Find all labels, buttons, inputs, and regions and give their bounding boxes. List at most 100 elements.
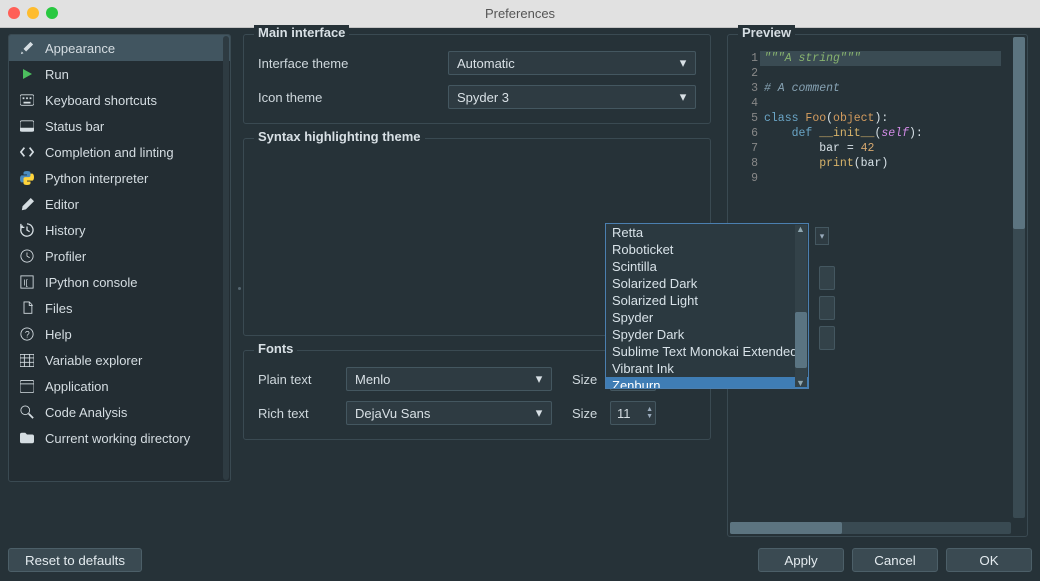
sidebar-item-label: Keyboard shortcuts	[45, 93, 157, 108]
sidebar-item-label: Appearance	[45, 41, 115, 56]
sidebar-item-editor[interactable]: Editor	[9, 191, 230, 217]
line-number: 9	[738, 171, 758, 186]
syntax-theme-dropdown-button[interactable]: ▾	[815, 227, 829, 245]
fonts-legend: Fonts	[254, 341, 297, 356]
sidebar-item-files[interactable]: Files	[9, 295, 230, 321]
code-line: print(bar)	[764, 156, 1023, 171]
plain-text-label: Plain text	[258, 372, 346, 387]
reset-defaults-button[interactable]: Reset to defaults	[8, 548, 142, 572]
sidebar-item-ipython-console[interactable]: I[ IPython console	[9, 269, 230, 295]
code-line: bar = 42	[764, 141, 1023, 156]
sidebar-item-label: Completion and linting	[45, 145, 174, 160]
chevron-down-icon: ▾	[675, 89, 691, 105]
dropdown-scroll-up-icon[interactable]: ▲	[796, 224, 806, 234]
ok-button[interactable]: OK	[946, 548, 1032, 572]
window-controls	[8, 7, 58, 19]
line-number: 1	[738, 51, 758, 66]
rich-text-font-select[interactable]: DejaVu Sans ▾	[346, 401, 552, 425]
syntax-theme-dropdown[interactable]: RettaRoboticketScintillaSolarized DarkSo…	[605, 223, 809, 389]
files-icon	[19, 300, 35, 316]
rich-text-size-spinner[interactable]: 11 ▲▼	[610, 401, 656, 425]
dropdown-option[interactable]: Spyder Dark	[606, 326, 808, 343]
preview-legend: Preview	[738, 25, 795, 40]
sidebar-item-help[interactable]: ?Help	[9, 321, 230, 347]
line-number: 2	[738, 66, 758, 81]
dropdown-option[interactable]: Vibrant Ink	[606, 360, 808, 377]
sidebar-item-variable-explorer[interactable]: Variable explorer	[9, 347, 230, 373]
interface-theme-select[interactable]: Automatic ▾	[448, 51, 696, 75]
code-line: def __init__(self):	[764, 126, 1023, 141]
code-preview: 123456789 """A string""" # A comment cla…	[738, 51, 1023, 186]
spin-up-icon[interactable]: ▲	[646, 406, 653, 413]
icon-theme-select[interactable]: Spyder 3 ▾	[448, 85, 696, 109]
dropdown-scrollbar-thumb[interactable]	[795, 312, 807, 368]
apply-button[interactable]: Apply	[758, 548, 844, 572]
main-interface-group: Main interface Interface theme Automatic…	[243, 34, 711, 124]
window-title: Preferences	[485, 6, 555, 21]
editor-vertical-scrollbar[interactable]	[1013, 37, 1025, 518]
sidebar-item-status-bar[interactable]: Status bar	[9, 113, 230, 139]
dropdown-scroll-down-icon[interactable]: ▼	[796, 378, 806, 388]
sidebar-item-label: Profiler	[45, 249, 86, 264]
sidebar-item-label: Files	[45, 301, 72, 316]
history-icon	[19, 222, 35, 238]
editor-horizontal-scrollbar[interactable]	[730, 522, 1011, 534]
plain-text-font-value: Menlo	[355, 372, 390, 387]
sidebar-item-label: Current working directory	[45, 431, 190, 446]
sidebar-item-history[interactable]: History	[9, 217, 230, 243]
sidebar-item-label: Application	[45, 379, 109, 394]
dropdown-option[interactable]: Retta	[606, 224, 808, 241]
spin-down-icon[interactable]: ▼	[646, 413, 653, 420]
sidebar-item-current-working-directory[interactable]: Current working directory	[9, 425, 230, 451]
dropdown-option[interactable]: Solarized Light	[606, 292, 808, 309]
code-line	[764, 171, 1023, 186]
sidebar-item-label: Variable explorer	[45, 353, 142, 368]
python-icon	[19, 170, 35, 186]
ipython-icon: I[	[19, 274, 35, 290]
dropdown-option[interactable]: Sublime Text Monokai Extended	[606, 343, 808, 360]
sidebar-item-keyboard-shortcuts[interactable]: Keyboard shortcuts	[9, 87, 230, 113]
folder-icon	[19, 430, 35, 446]
brush-icon	[19, 40, 35, 56]
sidebar-item-python-interpreter[interactable]: Python interpreter	[9, 165, 230, 191]
dropdown-option[interactable]: Zenburn	[606, 377, 808, 388]
clock-icon	[19, 248, 35, 264]
sidebar-item-label: IPython console	[45, 275, 138, 290]
cancel-button[interactable]: Cancel	[852, 548, 938, 572]
minimize-window-icon[interactable]	[27, 7, 39, 19]
sidebar-item-code-analysis[interactable]: Code Analysis	[9, 399, 230, 425]
dropdown-option[interactable]: Roboticket	[606, 241, 808, 258]
sidebar-item-application[interactable]: Application	[9, 373, 230, 399]
line-number: 7	[738, 141, 758, 156]
chevron-down-icon: ▾	[820, 231, 825, 242]
sidebar-item-profiler[interactable]: Profiler	[9, 243, 230, 269]
close-window-icon[interactable]	[8, 7, 20, 19]
interface-theme-value: Automatic	[457, 56, 515, 71]
plain-text-font-select[interactable]: Menlo ▾	[346, 367, 552, 391]
code-line	[764, 66, 1023, 81]
rich-text-font-value: DejaVu Sans	[355, 406, 430, 421]
main-interface-legend: Main interface	[254, 25, 349, 40]
sidebar-item-run[interactable]: Run	[9, 61, 230, 87]
chevron-down-icon: ▾	[675, 55, 691, 71]
sidebar-item-label: Status bar	[45, 119, 104, 134]
dropdown-option[interactable]: Solarized Dark	[606, 275, 808, 292]
svg-text:?: ?	[25, 330, 30, 340]
statusbar-icon	[19, 118, 35, 134]
line-number: 5	[738, 111, 758, 126]
keyboard-icon	[19, 92, 35, 108]
rich-text-size-label: Size	[572, 406, 610, 421]
edit-icon	[19, 196, 35, 212]
rich-text-size-value: 11	[617, 406, 631, 421]
maximize-window-icon[interactable]	[46, 7, 58, 19]
line-number: 6	[738, 126, 758, 141]
sidebar-item-appearance[interactable]: Appearance	[9, 35, 230, 61]
rich-text-label: Rich text	[258, 406, 346, 421]
dropdown-option[interactable]: Spyder	[606, 309, 808, 326]
sidebar-item-completion-and-linting[interactable]: Completion and linting	[9, 139, 230, 165]
sidebar-item-label: Editor	[45, 197, 79, 212]
dropdown-option[interactable]: Scintilla	[606, 258, 808, 275]
titlebar: Preferences	[0, 0, 1040, 28]
sidebar-scrollbar[interactable]	[223, 36, 229, 480]
search-icon	[19, 404, 35, 420]
